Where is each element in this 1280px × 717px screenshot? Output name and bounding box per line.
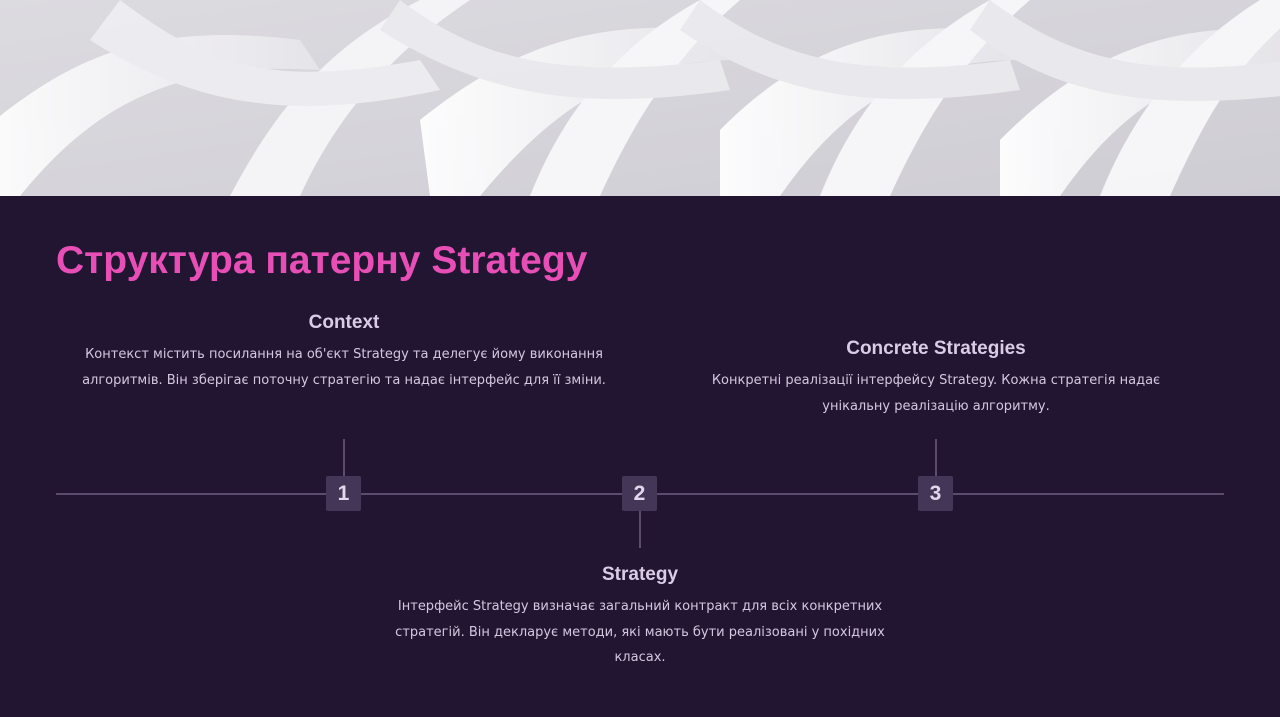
step-3-description: Конкретні реалізації інтерфейсу Strategy… bbox=[711, 373, 1161, 414]
step-1-description: Контекст містить посилання на об'єкт Str… bbox=[82, 347, 606, 388]
hero-image bbox=[0, 0, 1280, 196]
step-2-description: Інтерфейс Strategy визначає загальний ко… bbox=[395, 599, 885, 665]
step-1-connector bbox=[343, 439, 345, 476]
step-2-marker: 2 bbox=[622, 476, 657, 511]
slide-content: Структура патерну Strategy Context Конте… bbox=[0, 196, 1280, 717]
step-2-connector bbox=[639, 511, 641, 548]
slide-title: Структура патерну Strategy bbox=[56, 239, 588, 282]
abstract-white-ribbons-image bbox=[0, 0, 1280, 196]
step-3-title: Concrete Strategies bbox=[846, 338, 1026, 359]
step-3-marker: 3 bbox=[918, 476, 953, 511]
step-2-title: Strategy bbox=[601, 564, 679, 585]
step-1-marker: 1 bbox=[326, 476, 361, 511]
step-3-connector bbox=[935, 439, 937, 476]
step-1-title: Context bbox=[308, 312, 380, 333]
